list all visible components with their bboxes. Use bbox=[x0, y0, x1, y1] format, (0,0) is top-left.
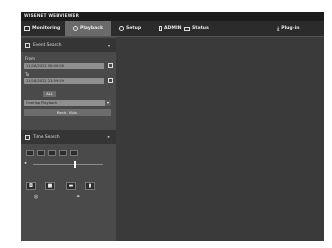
calendar-icon[interactable] bbox=[108, 78, 113, 83]
record-button[interactable]: ▬ bbox=[66, 182, 76, 190]
plugin-button[interactable]: ⤓ Plug-in bbox=[277, 21, 299, 36]
time-search-title: Time Search bbox=[33, 134, 60, 140]
time-search-header[interactable]: Time Search ▸ bbox=[21, 130, 116, 144]
video-area[interactable] bbox=[116, 37, 324, 241]
gear-icon bbox=[119, 26, 124, 31]
export-button[interactable]: ▮ bbox=[85, 182, 95, 190]
sidebar: Event Search ▾ From 11/16/2022 00:00:00 … bbox=[21, 37, 116, 241]
event-search-title: Event Search bbox=[33, 42, 62, 48]
chevron-down-icon: ▾ bbox=[107, 42, 110, 48]
tab-playback-label: Playback bbox=[79, 26, 104, 31]
plugin-label: Plug-in bbox=[281, 26, 300, 31]
overlap-select-value: Overlap Playback bbox=[26, 101, 58, 105]
control-button[interactable] bbox=[48, 150, 56, 156]
status-label: Status bbox=[192, 26, 209, 31]
time-search-icon bbox=[25, 134, 30, 140]
tab-setup-label: Setup bbox=[126, 26, 142, 31]
tab-monitoring[interactable]: Monitoring bbox=[24, 21, 60, 36]
volume-slider[interactable] bbox=[33, 161, 103, 168]
camera-icon: ◘ bbox=[29, 183, 33, 189]
webviewer-window: WISENET WEBVIEWER Monitoring Playback Se… bbox=[21, 12, 324, 241]
calendar-icon[interactable] bbox=[108, 63, 113, 68]
chevron-right-icon: ▸ bbox=[107, 134, 110, 140]
all-button[interactable]: ALL bbox=[43, 91, 56, 97]
event-search-icon bbox=[25, 42, 30, 48]
control-button[interactable] bbox=[37, 150, 45, 156]
link-button[interactable]: ⚭ bbox=[73, 194, 83, 202]
user-menu[interactable]: ADMIN bbox=[159, 21, 182, 36]
search-button[interactable]: Rech. Vbls. bbox=[24, 109, 111, 116]
from-label: From bbox=[25, 56, 35, 61]
user-name: ADMIN bbox=[164, 26, 182, 31]
speaker-icon[interactable]: ◂ bbox=[24, 161, 26, 166]
to-label: To bbox=[25, 72, 30, 77]
link-icon: ⚭ bbox=[75, 194, 81, 200]
control-button[interactable] bbox=[59, 150, 67, 156]
control-button[interactable] bbox=[26, 150, 34, 156]
chevron-down-icon: ▾ bbox=[105, 100, 111, 106]
tab-setup[interactable]: Setup bbox=[119, 21, 141, 36]
info-button[interactable]: ◎ bbox=[31, 194, 41, 202]
to-date-field[interactable]: 11/16/2022 23:59:59 bbox=[24, 78, 104, 84]
download-icon: ⤓ bbox=[277, 25, 280, 32]
user-icon bbox=[159, 26, 162, 31]
top-nav: Monitoring Playback Setup ADMIN Status ⤓… bbox=[21, 21, 324, 37]
from-date-field[interactable]: 11/16/2022 00:00:00 bbox=[24, 63, 104, 69]
overlap-select[interactable]: Overlap Playback ▾ bbox=[24, 100, 111, 106]
snapshot-icon: ■ bbox=[47, 183, 53, 189]
tab-playback[interactable]: Playback bbox=[65, 21, 111, 36]
snapshot-button[interactable]: ■ bbox=[45, 182, 55, 190]
event-search-header[interactable]: Event Search ▾ bbox=[21, 38, 116, 52]
status-icon bbox=[184, 26, 190, 31]
info-icon: ◎ bbox=[33, 194, 39, 200]
record-icon: ▬ bbox=[68, 183, 74, 189]
control-button[interactable] bbox=[70, 150, 78, 156]
camera-button[interactable]: ◘ bbox=[26, 182, 36, 190]
volume-thumb[interactable] bbox=[74, 161, 76, 168]
playback-icon bbox=[72, 26, 78, 31]
monitor-icon bbox=[24, 26, 30, 31]
export-icon: ▮ bbox=[88, 183, 92, 189]
brand-bar: WISENET WEBVIEWER bbox=[21, 12, 324, 21]
tab-monitoring-label: Monitoring bbox=[32, 26, 61, 31]
status-button[interactable]: Status bbox=[184, 21, 209, 36]
brand-title: WISENET WEBVIEWER bbox=[24, 13, 79, 18]
